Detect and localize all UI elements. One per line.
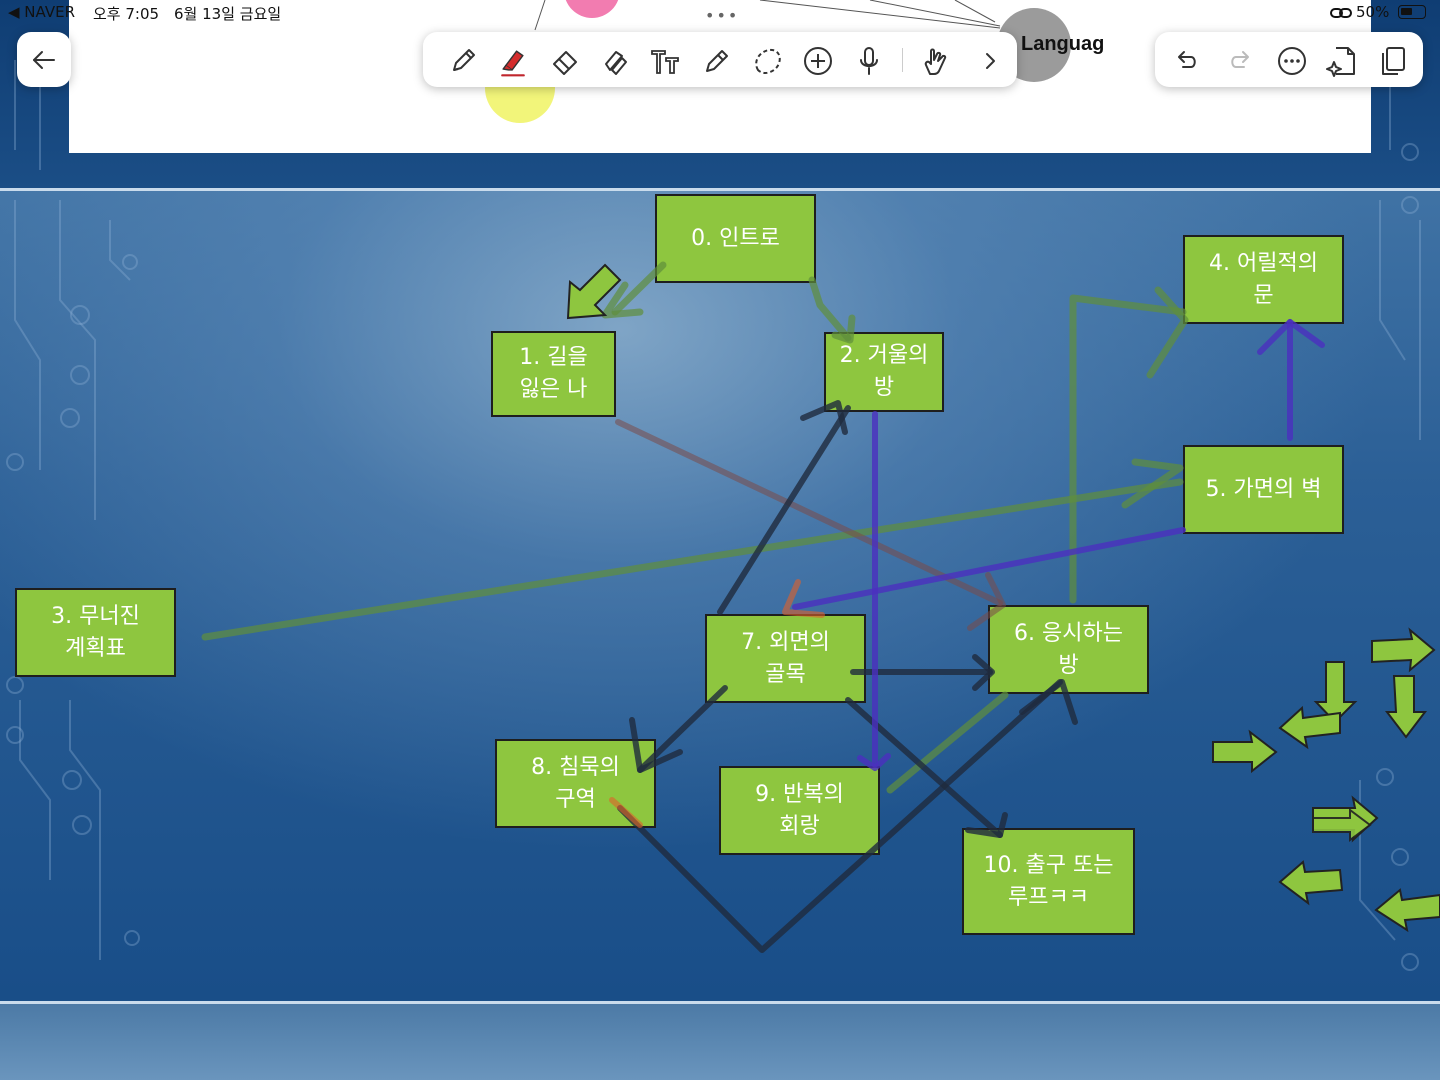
more-icon xyxy=(1278,47,1306,75)
highlighter-tool[interactable] xyxy=(493,44,533,78)
page-ai-icon xyxy=(1326,47,1355,77)
pen-icon xyxy=(453,49,475,71)
node-5-label: 5. 가면의 벽 xyxy=(1205,476,1322,502)
node-4[interactable]: 4. 어릴적의 문 xyxy=(1183,235,1344,324)
node-8[interactable]: 8. 침묵의 구역 xyxy=(495,739,656,828)
next-slide-strip xyxy=(0,1004,1440,1080)
node-0-label: 0. 인트로 xyxy=(691,225,780,251)
node-4-label: 4. 어릴적의 문 xyxy=(1209,250,1318,308)
node-0[interactable]: 0. 인트로 xyxy=(655,194,816,283)
node-9-label: 9. 반복의 회랑 xyxy=(755,781,844,839)
arrow-left-icon xyxy=(33,51,55,69)
text-icon xyxy=(651,50,679,74)
node-6[interactable]: 6. 응시하는 방 xyxy=(988,605,1149,694)
lasso-select-icon xyxy=(755,48,781,74)
text-tool[interactable] xyxy=(645,44,685,78)
microphone-icon xyxy=(860,47,878,75)
node-3[interactable]: 3. 무너진 계획표 xyxy=(15,588,176,677)
record-tool[interactable] xyxy=(849,44,889,78)
pen-tool[interactable] xyxy=(443,44,483,78)
node-3-label: 3. 무너진 계획표 xyxy=(51,603,140,661)
multitask-dots[interactable]: ••• xyxy=(705,6,739,25)
touch-tool[interactable] xyxy=(915,44,955,78)
eraser-tool[interactable] xyxy=(545,44,585,78)
previous-page-graphics xyxy=(485,0,1071,123)
language-label: Languag xyxy=(1021,33,1105,55)
page-ai-button[interactable] xyxy=(1323,44,1363,78)
pages-icon xyxy=(1382,47,1405,75)
battery-percent: 50% xyxy=(1356,3,1390,21)
shape-tool[interactable] xyxy=(595,44,635,78)
node-1-label: 1. 길을 잃은 나 xyxy=(519,345,588,402)
back-button[interactable] xyxy=(17,32,71,87)
node-5[interactable]: 5. 가면의 벽 xyxy=(1183,445,1344,534)
hand-pointer-icon xyxy=(924,48,947,75)
pages-button[interactable] xyxy=(1373,44,1413,78)
undo-button[interactable] xyxy=(1167,44,1207,78)
node-7-label: 7. 외면의 골목 xyxy=(741,629,830,687)
lasso-shape-icon xyxy=(605,51,627,75)
back-to-app[interactable]: ◀ NAVER xyxy=(8,3,75,21)
redo-icon xyxy=(1231,51,1249,68)
chevron-right-icon xyxy=(986,53,995,69)
status-date: 6월 13일 금요일 xyxy=(174,5,282,23)
highlighter-icon xyxy=(501,50,525,77)
pink-circle xyxy=(565,0,619,18)
lasso-tool[interactable] xyxy=(747,44,787,78)
node-7[interactable]: 7. 외면의 골목 xyxy=(705,614,866,703)
slide-divider-bottom xyxy=(0,1001,1440,1004)
add-tool[interactable] xyxy=(798,44,838,78)
node-8-label: 8. 침묵의 구역 xyxy=(531,754,620,812)
node-10[interactable]: 10. 출구 또는 루프ㅋㅋ xyxy=(962,828,1135,935)
undo-icon xyxy=(1178,51,1196,68)
link-icon xyxy=(1330,8,1352,18)
redo-button[interactable] xyxy=(1220,44,1260,78)
more-button[interactable] xyxy=(1272,44,1312,78)
status-time: 오후 7:05 xyxy=(93,5,160,23)
node-10-label: 10. 출구 또는 루프ㅋㅋ xyxy=(983,852,1114,910)
eraser-icon xyxy=(553,51,577,75)
battery-icon xyxy=(1398,5,1426,19)
node-6-label: 6. 응시하는 방 xyxy=(1014,620,1123,678)
toolbar-divider xyxy=(902,48,903,72)
node-2[interactable]: 2. 거울의 방 xyxy=(824,332,944,412)
add-icon xyxy=(804,47,832,75)
pencil-tool[interactable] xyxy=(697,44,737,78)
node-2-label: 2. 거울의 방 xyxy=(839,343,929,400)
more-tools[interactable] xyxy=(970,44,1010,78)
node-9[interactable]: 9. 반복의 회랑 xyxy=(719,766,880,855)
node-1[interactable]: 1. 길을 잃은 나 xyxy=(491,331,616,417)
pencil-icon xyxy=(706,50,728,72)
